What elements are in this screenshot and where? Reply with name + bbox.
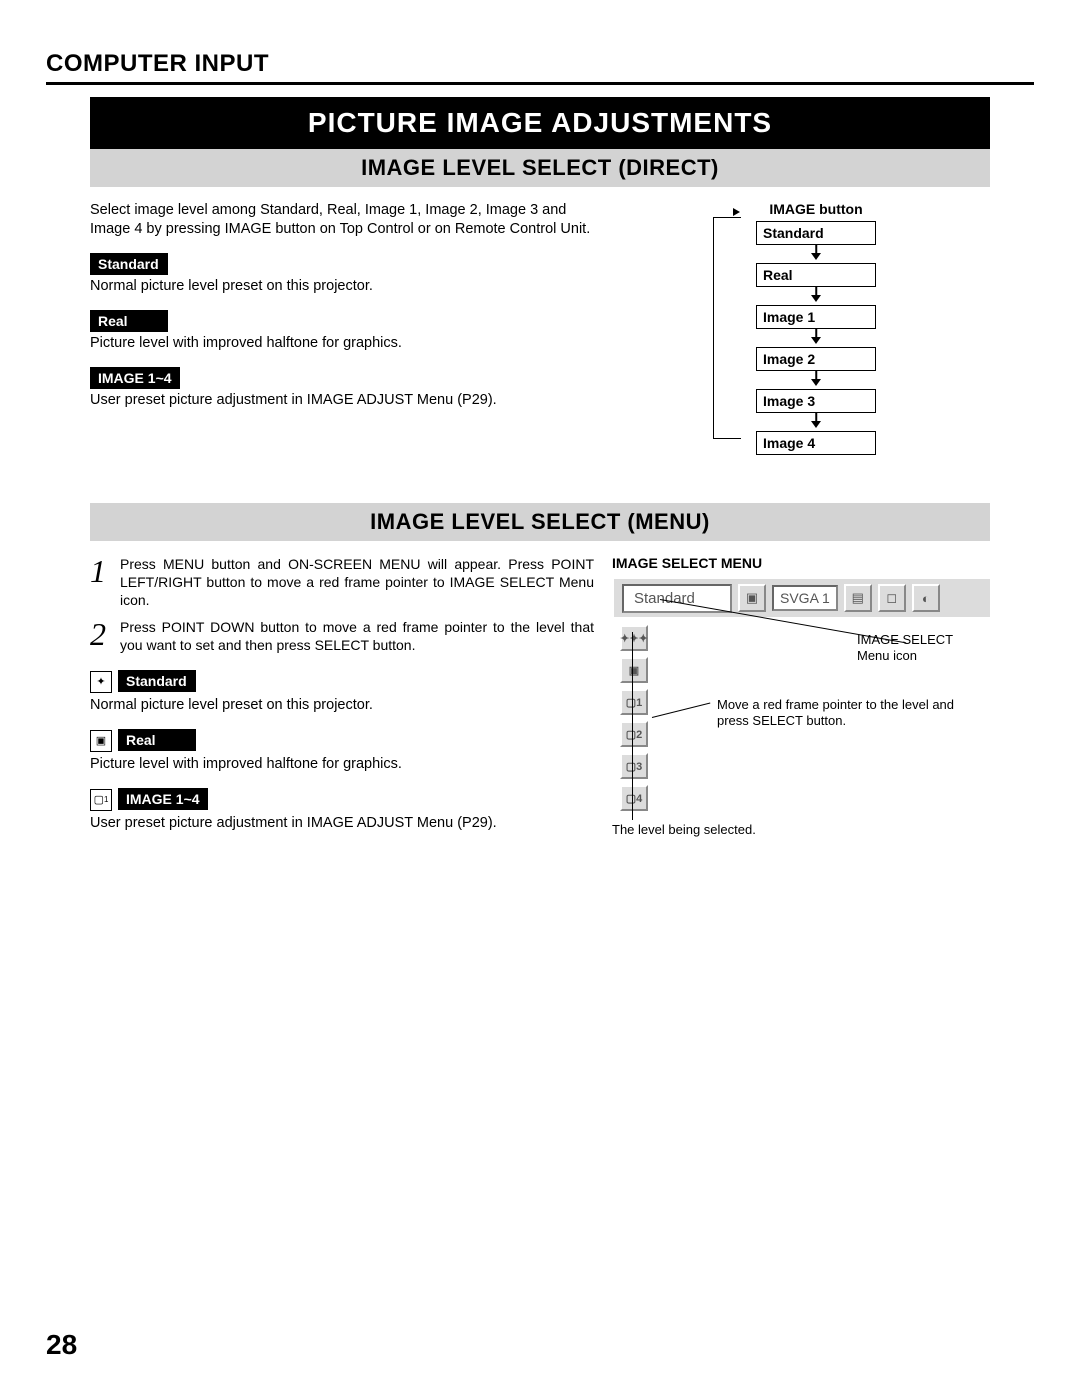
side-btn-image1-icon: ▢1	[620, 689, 648, 715]
subheading-direct: IMAGE LEVEL SELECT (DIRECT)	[90, 149, 990, 187]
label-image-1-4: IMAGE 1~4	[90, 367, 180, 389]
menu-icon-arrow: ◐	[912, 584, 940, 612]
arrow-down-icon	[756, 287, 876, 305]
callout-1b: Menu icon	[857, 648, 917, 663]
image1-icon: ▢1	[90, 789, 112, 811]
side-btn-standard-icon: ✦✦✦	[620, 625, 648, 651]
direct-right-column: IMAGE button Standard Real Image 1 Image…	[612, 201, 990, 455]
arrow-down-icon	[756, 413, 876, 431]
step-2: 2 Press POINT DOWN button to move a red …	[90, 618, 594, 654]
flow-box-image2: Image 2	[756, 347, 876, 371]
flow-title: IMAGE button	[741, 201, 891, 217]
label-standard: Standard	[90, 253, 168, 275]
menu-screenshot: Standard ▣ SVGA 1 ▤ ◻ ◐ ✦✦✦ ▣ ▢1 ▢2 ▢3 ▢…	[612, 577, 990, 827]
menu-desc-real: Picture level with improved halftone for…	[90, 755, 594, 774]
direct-left-column: Select image level among Standard, Real,…	[90, 201, 612, 455]
arrow-down-icon	[756, 245, 876, 263]
flow-return-arrow-icon	[733, 208, 740, 216]
menu-label-real: Real	[118, 729, 196, 751]
flow-box-image3: Image 3	[756, 389, 876, 413]
menu-desc-image-1-4: User preset picture adjustment in IMAGE …	[90, 814, 594, 833]
direct-intro: Select image level among Standard, Real,…	[90, 201, 594, 239]
flow-box-image1: Image 1	[756, 305, 876, 329]
side-btn-real-icon: ▣	[620, 657, 648, 683]
arrow-down-icon	[756, 371, 876, 389]
step-number-2: 2	[90, 618, 110, 654]
section-header: COMPUTER INPUT	[46, 50, 1034, 85]
callout-1a: IMAGE SELECT	[857, 632, 953, 647]
flow-box-image4: Image 4	[756, 431, 876, 455]
side-btn-image4-icon: ▢4	[620, 785, 648, 811]
callout-red-frame: Move a red frame pointer to the level an…	[717, 697, 967, 730]
menu-label-image-1-4: IMAGE 1~4	[118, 788, 208, 810]
menu-right-column: IMAGE SELECT MENU Standard ▣ SVGA 1 ▤ ◻ …	[612, 555, 990, 847]
desc-standard: Normal picture level preset on this proj…	[90, 277, 594, 296]
menu-side-icons: ✦✦✦ ▣ ▢1 ▢2 ▢3 ▢4	[620, 625, 648, 811]
step-text-2: Press POINT DOWN button to move a red fr…	[120, 618, 594, 654]
flow-return-line	[713, 217, 741, 439]
callout-level-selected: The level being selected.	[612, 822, 756, 838]
standard-icon: ✦	[90, 671, 112, 693]
page-title: PICTURE IMAGE ADJUSTMENTS	[90, 97, 990, 149]
menu-shot-title: IMAGE SELECT MENU	[612, 555, 990, 571]
desc-real: Picture level with improved halftone for…	[90, 334, 594, 353]
step-1: 1 Press MENU button and ON-SCREEN MENU w…	[90, 555, 594, 610]
step-text-1: Press MENU button and ON-SCREEN MENU wil…	[120, 555, 594, 610]
input-icon: ▣	[738, 584, 766, 612]
side-btn-image3-icon: ▢3	[620, 753, 648, 779]
callout-image-select: IMAGE SELECT Menu icon	[857, 632, 953, 665]
label-real: Real	[90, 310, 168, 332]
menu-icon-generic: ◻	[878, 584, 906, 612]
arrow-down-icon	[756, 329, 876, 347]
image-select-icon: ▤	[844, 584, 872, 612]
callout-line-2	[652, 702, 710, 717]
menu-label-standard: Standard	[118, 670, 196, 692]
desc-image-1-4: User preset picture adjustment in IMAGE …	[90, 391, 594, 410]
menu-left-column: 1 Press MENU button and ON-SCREEN MENU w…	[90, 555, 612, 847]
subheading-menu: IMAGE LEVEL SELECT (MENU)	[90, 503, 990, 541]
side-btn-image2-icon: ▢2	[620, 721, 648, 747]
flow-box-standard: Standard	[756, 221, 876, 245]
page-number: 28	[46, 1329, 77, 1361]
real-icon: ▣	[90, 730, 112, 752]
flow-box-real: Real	[756, 263, 876, 287]
menu-bar: Standard ▣ SVGA 1 ▤ ◻ ◐	[612, 577, 990, 617]
menu-desc-standard: Normal picture level preset on this proj…	[90, 696, 594, 715]
step-number-1: 1	[90, 555, 110, 610]
callout-line-3	[632, 632, 633, 820]
resolution-badge: SVGA 1	[772, 585, 838, 611]
